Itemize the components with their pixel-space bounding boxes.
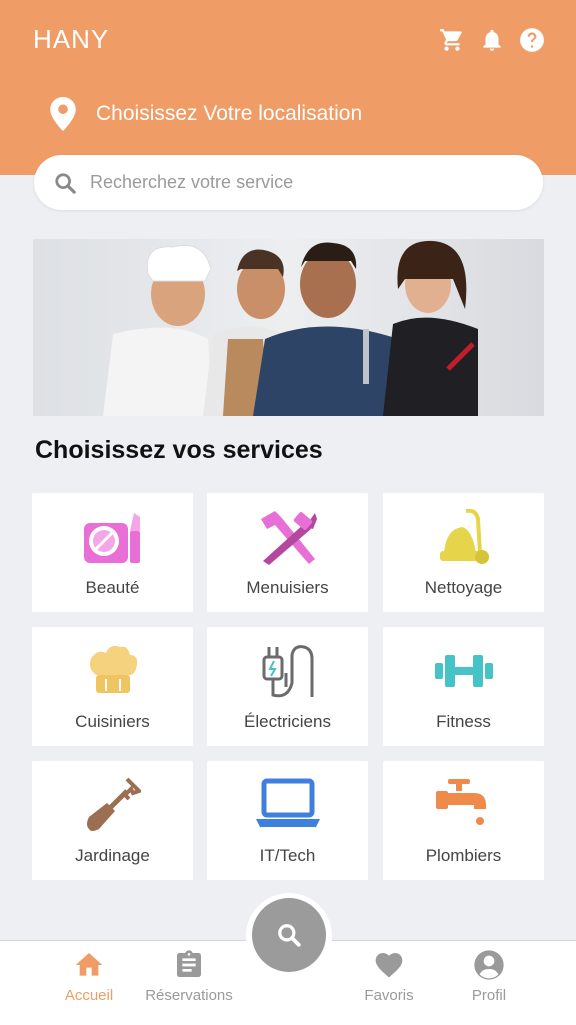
service-label: Cuisiniers	[75, 712, 150, 731]
service-label: Électriciens	[244, 712, 331, 731]
nav-label: Favoris	[364, 987, 414, 1004]
service-label: Plombiers	[425, 846, 502, 865]
service-tile-jardinage[interactable]: Jardinage	[32, 761, 193, 880]
search-icon	[278, 924, 301, 947]
bell-icon[interactable]	[479, 26, 505, 54]
service-tile-it-tech[interactable]: IT/Tech	[207, 761, 368, 880]
service-tile-plombiers[interactable]: Plombiers	[383, 761, 544, 880]
service-tile-fitness[interactable]: Fitness	[383, 627, 544, 746]
help-icon[interactable]	[519, 26, 545, 54]
nav-item-accueil[interactable]: Accueil	[34, 949, 144, 1004]
clipboard-icon	[177, 950, 201, 977]
user-icon	[474, 950, 504, 980]
chef-hat-icon	[89, 645, 137, 693]
search-icon	[55, 172, 76, 194]
plug-icon	[262, 645, 313, 698]
service-tile-menuisiers[interactable]: Menuisiers	[207, 493, 368, 612]
service-workers-photo	[103, 240, 478, 416]
nav-item-profil[interactable]: Profil	[434, 949, 544, 1004]
cart-icon[interactable]	[439, 26, 465, 54]
service-tile-electriciens[interactable]: Électriciens	[207, 627, 368, 746]
tools-icon	[260, 511, 317, 565]
makeup-icon	[83, 513, 140, 563]
laptop-icon	[255, 778, 320, 827]
service-tile-beaute[interactable]: Beauté	[32, 493, 193, 612]
service-label: Beauté	[85, 578, 140, 597]
service-label: IT/Tech	[259, 846, 316, 865]
app-title: HANY	[33, 24, 110, 54]
service-tile-cuisiniers[interactable]: Cuisiniers	[32, 627, 193, 746]
search-input[interactable]	[88, 171, 512, 194]
promo-banner[interactable]	[33, 239, 544, 416]
app-header: HANY Choisissez Votre localisation	[0, 0, 576, 175]
search-bar[interactable]	[34, 155, 543, 210]
shovel-icon	[86, 777, 141, 831]
nav-item-reservations[interactable]: Réservations	[134, 949, 244, 1004]
nav-label: Profil	[471, 987, 507, 1004]
service-tile-nettoyage[interactable]: Nettoyage	[383, 493, 544, 612]
heart-icon	[375, 953, 403, 978]
faucet-icon	[435, 779, 486, 825]
location-label: Choisissez Votre localisation	[96, 102, 363, 125]
nav-item-favoris[interactable]: Favoris	[334, 949, 444, 1004]
location-selector[interactable]: Choisissez Votre localisation	[50, 94, 362, 134]
search-fab-button[interactable]	[252, 898, 326, 972]
service-label: Jardinage	[75, 846, 150, 865]
services-title: Choisissez vos services	[35, 436, 323, 464]
vacuum-icon	[439, 509, 489, 564]
service-label: Menuisiers	[246, 578, 329, 597]
home-icon	[75, 953, 103, 976]
dumbbell-icon	[434, 655, 493, 687]
service-label: Fitness	[436, 712, 491, 731]
location-pin-icon	[50, 97, 76, 131]
nav-label: Réservations	[145, 987, 233, 1004]
service-label: Nettoyage	[424, 578, 503, 597]
nav-label: Accueil	[64, 987, 114, 1004]
